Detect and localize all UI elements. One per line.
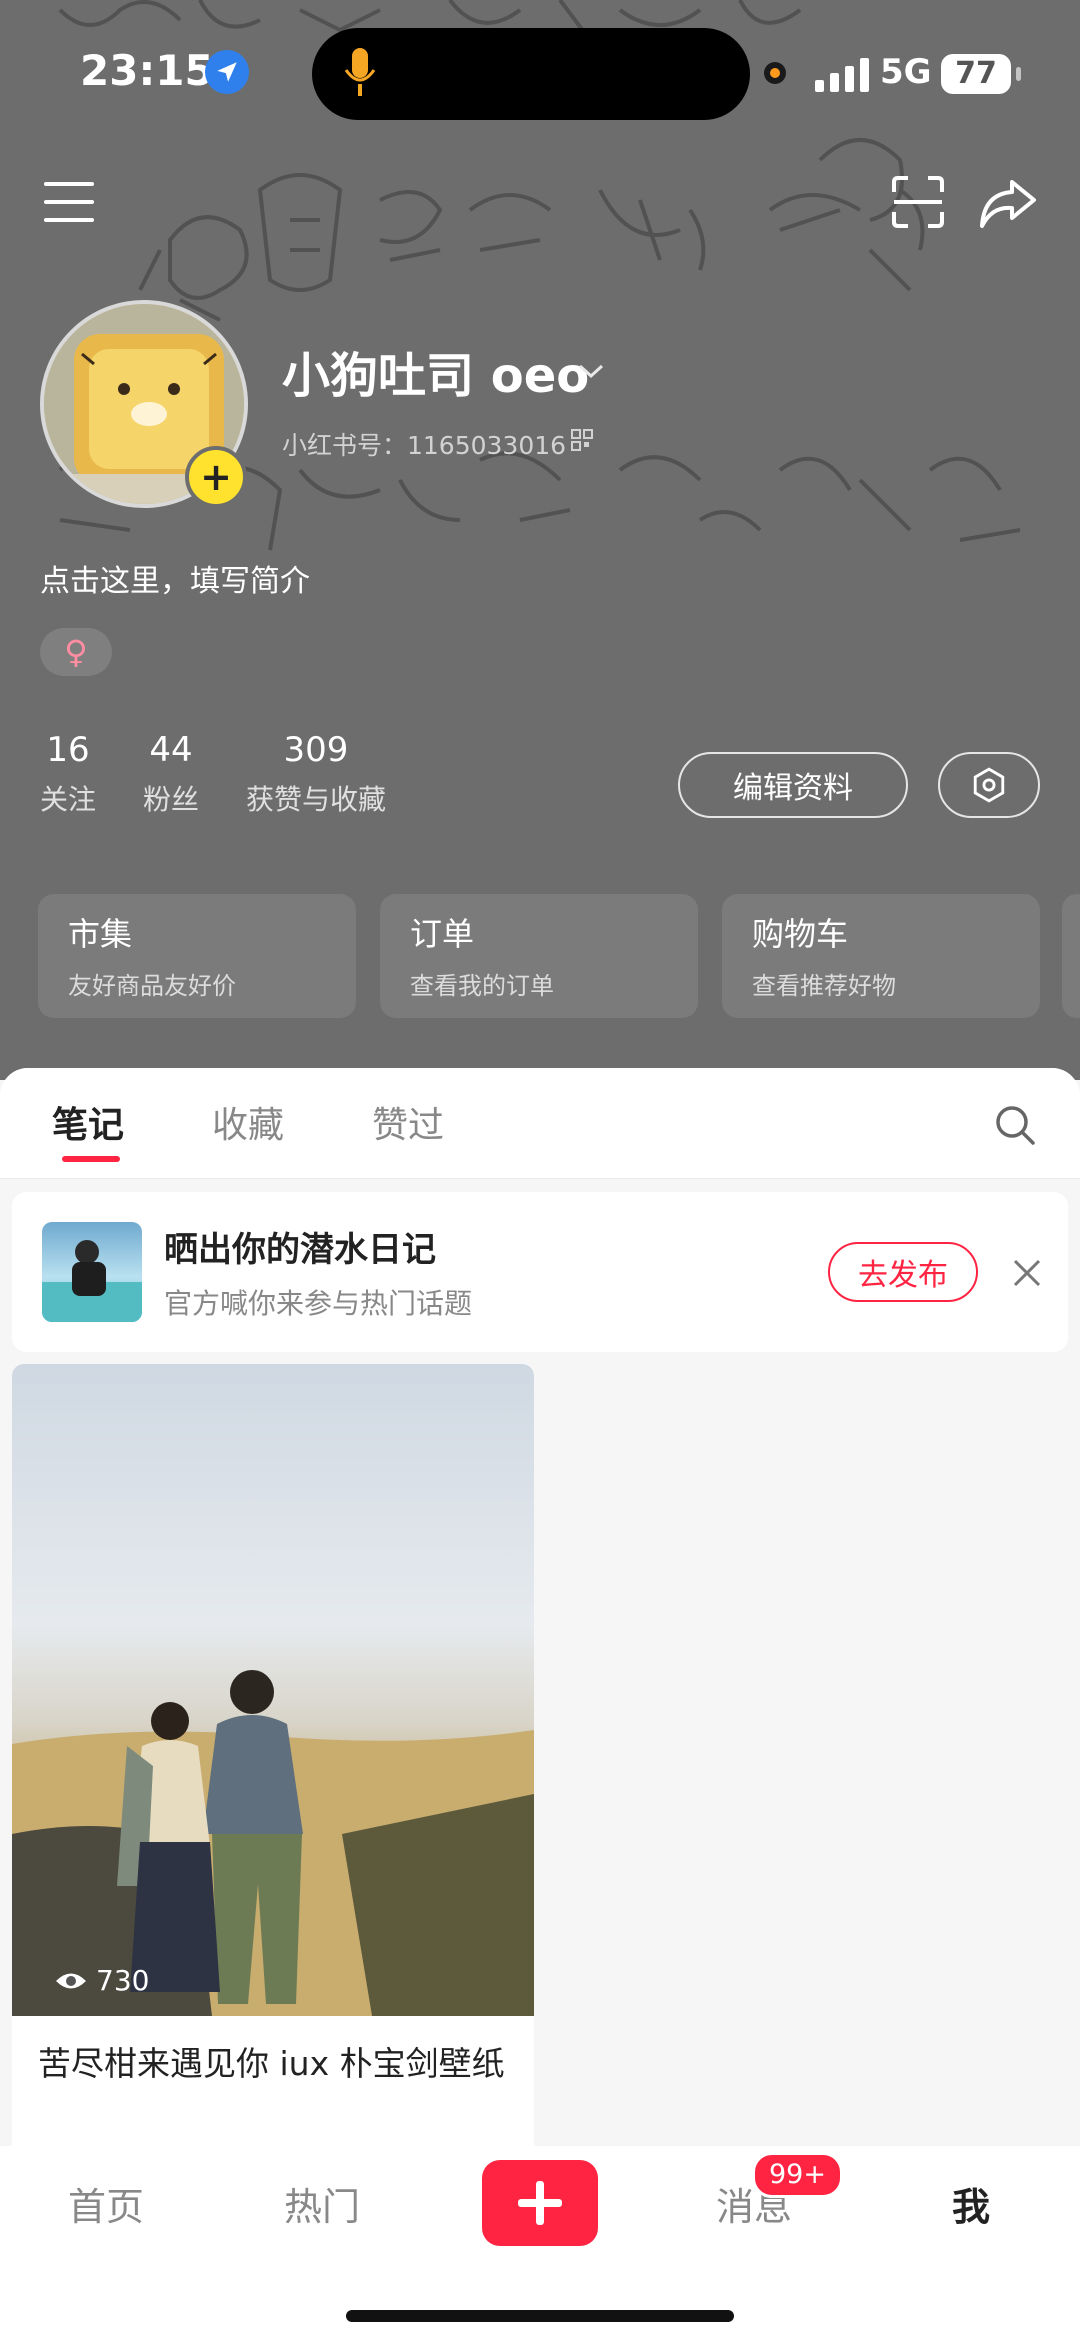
tab-collections[interactable]: 收藏 <box>212 1096 284 1148</box>
view-count-value: 730 <box>96 1964 150 1997</box>
status-time: 23:15 <box>80 46 214 95</box>
stat-label: 粉丝 <box>143 783 200 816</box>
plus-icon <box>518 2181 562 2225</box>
active-tab-indicator <box>62 1156 120 1162</box>
battery-indicator: 77 <box>941 54 1021 94</box>
status-bar: 23:15 5G 77 <box>0 0 1080 150</box>
gender-badge: ♀ <box>40 628 112 676</box>
card-title: 订单 <box>410 915 475 953</box>
profile-tabs: 笔记 收藏 赞过 <box>0 1068 1080 1179</box>
stat-label: 关注 <box>40 783 97 816</box>
profile-name[interactable]: 小狗吐司 oeo <box>282 336 589 406</box>
profile-header: 23:15 5G 77 + 小狗吐司 oeo 小红书号：1165033016 点… <box>0 0 1080 1080</box>
card-cart[interactable]: 购物车 查看推荐好物 <box>722 894 1040 1018</box>
card-more-peek[interactable] <box>1062 894 1080 1018</box>
search-icon[interactable] <box>994 1104 1036 1146</box>
network-type: 5G <box>880 52 932 92</box>
menu-icon[interactable] <box>42 178 98 226</box>
messages-badge: 99+ <box>752 2152 843 2198</box>
stat-value: 44 <box>149 730 193 770</box>
home-indicator <box>346 2310 734 2322</box>
share-icon[interactable] <box>978 176 1038 232</box>
note-cover-image <box>12 1364 534 2016</box>
location-arrow-icon <box>205 50 249 94</box>
qr-code-icon[interactable] <box>570 428 594 452</box>
chevron-down-icon[interactable] <box>576 360 606 382</box>
card-subtitle: 友好商品友好价 <box>68 972 236 1000</box>
bottom-nav: 首页 热门 消息 99+ 我 <box>0 2146 1080 2341</box>
card-market[interactable]: 市集 友好商品友好价 <box>38 894 356 1018</box>
microphone-icon <box>344 48 376 96</box>
stat-value: 16 <box>46 730 90 770</box>
camera-indicator <box>764 62 786 84</box>
card-title: 购物车 <box>752 915 849 953</box>
edit-profile-button[interactable]: 编辑资料 <box>678 752 908 818</box>
scan-icon[interactable] <box>890 174 946 230</box>
view-count: 730 <box>54 1964 149 1997</box>
promo-title: 晒出你的潜水日记 <box>164 1230 436 1270</box>
nav-home[interactable]: 首页 <box>68 2176 144 2231</box>
note-title: 苦尽柑来遇见你 iux 朴宝剑壁纸 <box>38 2044 505 2083</box>
card-subtitle: 查看推荐好物 <box>752 972 896 1000</box>
eye-icon <box>56 1973 86 1988</box>
card-title: 市集 <box>68 915 133 953</box>
stat-label: 获赞与收藏 <box>246 783 387 816</box>
card-subtitle: 查看我的订单 <box>410 972 554 1000</box>
nav-hot[interactable]: 热门 <box>284 2176 360 2231</box>
close-icon[interactable] <box>1012 1258 1042 1288</box>
topic-promo-banner[interactable]: 晒出你的潜水日记 官方喊你来参与热门话题 去发布 <box>12 1192 1068 1352</box>
create-post-button[interactable] <box>482 2160 598 2246</box>
stat-following[interactable]: 16 关注 <box>40 728 96 822</box>
nav-me[interactable]: 我 <box>952 2176 990 2231</box>
profile-bio[interactable]: 点击这里，填写简介 <box>40 556 310 600</box>
tab-notes[interactable]: 笔记 <box>52 1096 124 1148</box>
profile-id: 小红书号：1165033016 <box>282 431 567 460</box>
publish-button[interactable]: 去发布 <box>828 1242 978 1302</box>
signal-icon <box>815 58 869 92</box>
gear-icon <box>973 767 1005 803</box>
stat-followers[interactable]: 44 粉丝 <box>143 728 199 822</box>
avatar-add-button[interactable]: + <box>185 446 247 508</box>
promo-thumbnail <box>42 1222 142 1322</box>
settings-button[interactable] <box>938 752 1040 818</box>
tab-liked[interactable]: 赞过 <box>372 1096 444 1148</box>
stat-likes-saves[interactable]: 309 获赞与收藏 <box>246 728 386 822</box>
promo-subtitle: 官方喊你来参与热门话题 <box>164 1287 473 1320</box>
stat-value: 309 <box>283 730 349 770</box>
card-orders[interactable]: 订单 查看我的订单 <box>380 894 698 1018</box>
